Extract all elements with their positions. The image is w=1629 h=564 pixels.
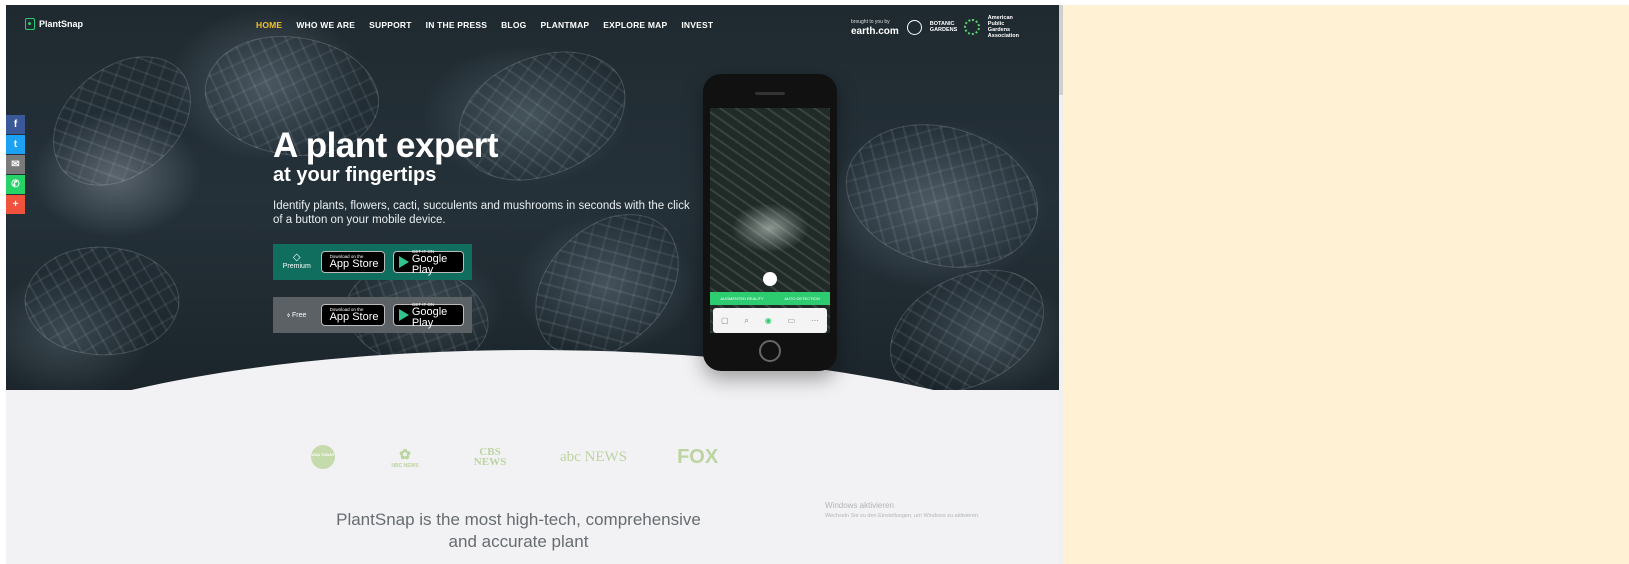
premium-google-play-button[interactable]: GET IT ON Google Play [392,249,464,276]
email-share-button[interactable]: ✉ [6,155,25,174]
leaf-decoration [29,38,215,204]
hero-description: Identify plants, flowers, cacti, succule… [273,200,690,226]
nav-item-who-we-are[interactable]: WHO WE ARE [296,20,355,30]
tagline-text: PlantSnap is the most high-tech, compreh… [336,510,701,551]
collection-icon: ▢ [720,316,729,325]
hero-section [6,5,1059,390]
diamond-icon: ◇ [292,252,301,263]
appstore-large-text: App Store [329,258,379,270]
partner-logos: brought to you by earth.com BOTANIC GARD… [851,15,1024,39]
nav-item-invest[interactable]: INVEST [681,20,713,30]
free-label: Free [291,311,307,319]
nav-item-in-the-press[interactable]: IN THE PRESS [426,20,487,30]
windows-activation-watermark: Windows aktivieren Wechseln Sie zu den E… [825,501,980,521]
nbc-peacock-icon: ✿ [399,445,411,462]
earth-com-logo[interactable]: brought to you by earth.com [851,18,899,37]
empty-side-panel [1063,5,1629,564]
hero-subtitle: at your fingertips [273,164,437,186]
camera-icon: ◉ [764,316,772,325]
nav-item-home[interactable]: HOME [256,20,282,30]
googleplay-large-text: Google Play [411,305,448,329]
top-nav: PlantSnap HOME WHO WE ARE SUPPORT IN THE… [6,5,1059,45]
logo-text: PlantSnap [39,19,84,29]
fox-logo: FOX [677,445,719,468]
leaf-decoration [14,227,190,375]
whatsapp-icon: ✆ [11,179,20,190]
phone-mode-bar: AUGMENTED REALITY AUTO DETECTION [710,292,830,305]
email-icon: ✉ [11,159,20,170]
botanic-gardens-logo[interactable]: BOTANIC GARDENS [930,21,958,33]
plantsnap-logo[interactable]: PlantSnap [25,18,83,30]
nav-item-blog[interactable]: BLOG [501,20,526,30]
abc-news-logo: abc NEWS [560,448,628,465]
botanic-gardens-icon [906,19,922,35]
plus-icon: + [12,199,19,210]
twitter-icon: t [13,139,18,150]
nav-item-support[interactable]: SUPPORT [369,20,412,30]
phone-screen: AUGMENTED REALITY AUTO DETECTION ▢ ⌕ ◉ ▭… [710,108,830,333]
facebook-share-button[interactable]: f [6,115,25,134]
free-app-store-button[interactable]: Download on the App Store [320,304,385,326]
share-bar: f t ✉ ✆ + [6,115,25,215]
search-icon: ⌕ [744,315,749,325]
plantsnap-logo-icon [25,18,35,30]
phone-home-button [759,340,781,362]
facebook-icon: f [13,119,18,130]
inbox-icon: ▭ [787,316,796,325]
googleplay-large-text: Google Play [411,252,448,276]
leaf-decoration [874,255,1059,390]
tag-icon: ⬫ [287,309,290,321]
auto-detect-label: AUTO DETECTION [784,296,820,301]
hero-title: A plant expert [273,126,499,165]
press-logos: USA TODAY ✿ NBC NEWS CBS NEWS abc NEWS F… [306,445,718,469]
free-google-play-button[interactable]: GET IT ON Google Play [392,302,464,329]
browser-viewport: PlantSnap HOME WHO WE ARE SUPPORT IN THE… [6,5,1059,564]
phone-mockup: AUGMENTED REALITY AUTO DETECTION ▢ ⌕ ◉ ▭… [703,74,837,371]
nbc-text: NBC NEWS [391,462,419,469]
camera-shutter-icon [763,272,777,286]
nav-menu: HOME WHO WE ARE SUPPORT IN THE PRESS BLO… [256,20,713,30]
google-play-icon [398,309,409,321]
twitter-share-button[interactable]: t [6,135,25,154]
usa-today-logo: USA TODAY [311,445,335,469]
google-play-icon [398,256,409,268]
more-icon: ⋯ [811,316,820,325]
premium-app-store-button[interactable]: Download on the App Store [320,251,385,273]
nbc-news-logo: ✿ NBC NEWS [390,446,420,469]
whatsapp-share-button[interactable]: ✆ [6,175,25,194]
phone-tab-bar: ▢ ⌕ ◉ ▭ ⋯ [713,308,827,333]
apga-logo[interactable]: American Public Gardens Association [988,15,1024,39]
hero-headline: A plant expert at your fingertips [273,126,499,187]
free-download-row: ⬫ Free Download on the App Store GET IT O… [273,297,472,333]
earth-text: earth.com [851,26,899,37]
free-tier: ⬫ Free [281,309,313,321]
premium-download-row: ◇ Premium Download on the App Store GET I… [273,244,472,280]
premium-label: Premium [282,263,311,270]
phone-speaker [755,92,785,95]
nav-item-explore-map[interactable]: EXPLORE MAP [603,20,667,30]
more-share-button[interactable]: + [6,195,25,214]
watermark-text: Wechseln Sie zu den Einstellungen, um Wi… [825,513,980,519]
leaf-decoration [823,86,1059,306]
appstore-large-text: App Store [329,311,379,323]
ar-mode-label: AUGMENTED REALITY [720,296,764,301]
nav-item-plantmap[interactable]: PLANTMAP [540,20,589,30]
apga-flower-icon [963,19,980,35]
cbs-news-logo: CBS NEWS [473,446,507,468]
watermark-title: Windows aktivieren [825,501,894,510]
premium-tier: ◇ Premium [281,253,313,271]
